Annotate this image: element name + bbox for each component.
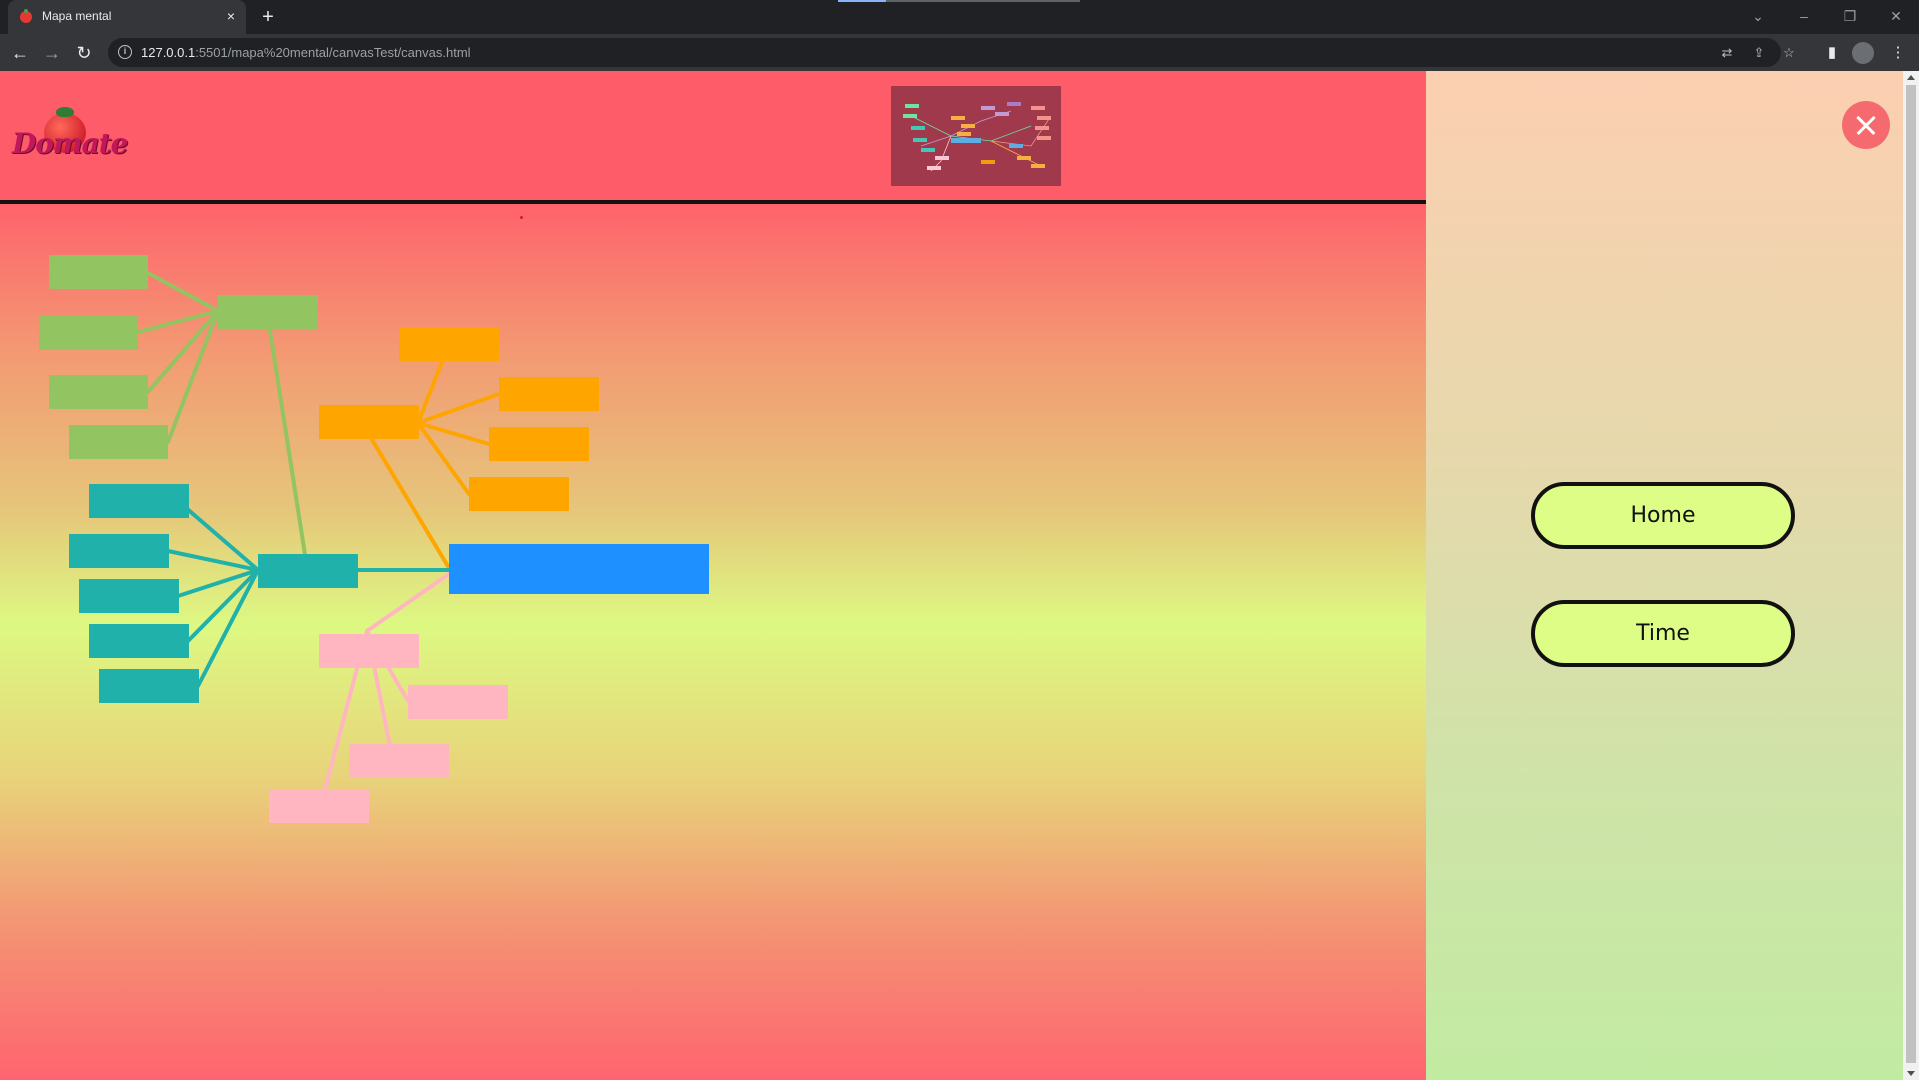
tomato-favicon-icon <box>20 9 32 23</box>
tab-search-icon[interactable]: ⌄ <box>1738 4 1778 28</box>
orange-node <box>499 377 599 411</box>
new-tab-button[interactable]: + <box>256 6 280 28</box>
pink-topic-node <box>319 634 419 668</box>
close-panel-button[interactable] <box>1842 101 1890 149</box>
teal-node <box>79 579 179 613</box>
url-text: 127.0.0.1:5501/mapa%20mental/canvasTest/… <box>141 45 471 60</box>
central-node <box>449 544 709 594</box>
green-node <box>39 316 138 350</box>
tab-title: Mapa mental <box>42 9 112 23</box>
mind-map-thumbnail[interactable] <box>891 86 1061 186</box>
logo-text: Domate <box>12 127 128 160</box>
orange-topic-node <box>319 405 419 439</box>
mind-map-canvas[interactable] <box>0 71 1426 1080</box>
avatar[interactable] <box>1852 42 1874 64</box>
tab-close-icon[interactable]: × <box>222 7 240 25</box>
info-icon[interactable]: i <box>118 45 132 59</box>
page-header: Domate <box>0 71 1426 204</box>
teal-node <box>89 484 189 518</box>
reload-icon[interactable]: ↻ <box>72 41 96 65</box>
mind-map-area: Domate <box>0 71 1426 1080</box>
translate-icon[interactable]: ⇄ <box>1716 42 1738 64</box>
canvas-dot <box>520 216 523 219</box>
teal-topic-node <box>258 554 358 588</box>
orange-node <box>469 477 569 511</box>
leaf-icon <box>56 107 74 117</box>
loading-indicator <box>838 0 886 2</box>
orange-branch-lines <box>360 342 501 570</box>
page-viewport: Domate Home Time <box>0 71 1919 1080</box>
share-icon[interactable]: ⇪ <box>1748 42 1770 64</box>
browser-toolbar: ← → ↻ i 127.0.0.1:5501/mapa%20mental/can… <box>0 34 1919 71</box>
scroll-down-arrow-icon[interactable] <box>1907 1071 1915 1076</box>
green-node <box>49 375 148 409</box>
green-topic-node <box>218 295 318 329</box>
restore-button[interactable]: ❐ <box>1830 4 1870 28</box>
green-node <box>49 255 148 289</box>
scroll-thumb[interactable] <box>1906 85 1916 1063</box>
back-arrow-icon[interactable]: ← <box>8 41 32 65</box>
vertical-scrollbar[interactable] <box>1903 71 1919 1080</box>
side-panel: Home Time <box>1426 71 1903 1080</box>
address-bar[interactable]: i 127.0.0.1:5501/mapa%20mental/canvasTes… <box>108 38 1795 67</box>
minimize-button[interactable]: – <box>1784 4 1824 28</box>
window-close-button[interactable]: ✕ <box>1876 4 1916 28</box>
domate-logo[interactable]: Domate <box>12 105 128 167</box>
teal-node <box>89 624 189 658</box>
time-button[interactable]: Time <box>1531 600 1795 667</box>
scroll-up-arrow-icon[interactable] <box>1907 75 1915 80</box>
orange-node <box>399 327 499 361</box>
kebab-menu-icon[interactable]: ⋮ <box>1886 41 1910 65</box>
teal-node <box>99 669 199 703</box>
home-button[interactable]: Home <box>1531 482 1795 549</box>
pink-node <box>408 685 508 719</box>
loading-track <box>886 0 1080 2</box>
browser-tab[interactable]: Mapa mental × <box>8 0 246 34</box>
side-panel-icon[interactable]: ▮ <box>1820 41 1844 65</box>
pink-node <box>269 789 369 823</box>
tab-strip: Mapa mental × + ⌄ – ❐ ✕ <box>0 0 1919 34</box>
pink-node <box>349 744 449 778</box>
forward-arrow-icon[interactable]: → <box>40 41 64 65</box>
teal-node <box>69 534 169 568</box>
green-node <box>69 425 168 459</box>
star-icon[interactable]: ☆ <box>1778 42 1800 64</box>
orange-node <box>489 427 589 461</box>
